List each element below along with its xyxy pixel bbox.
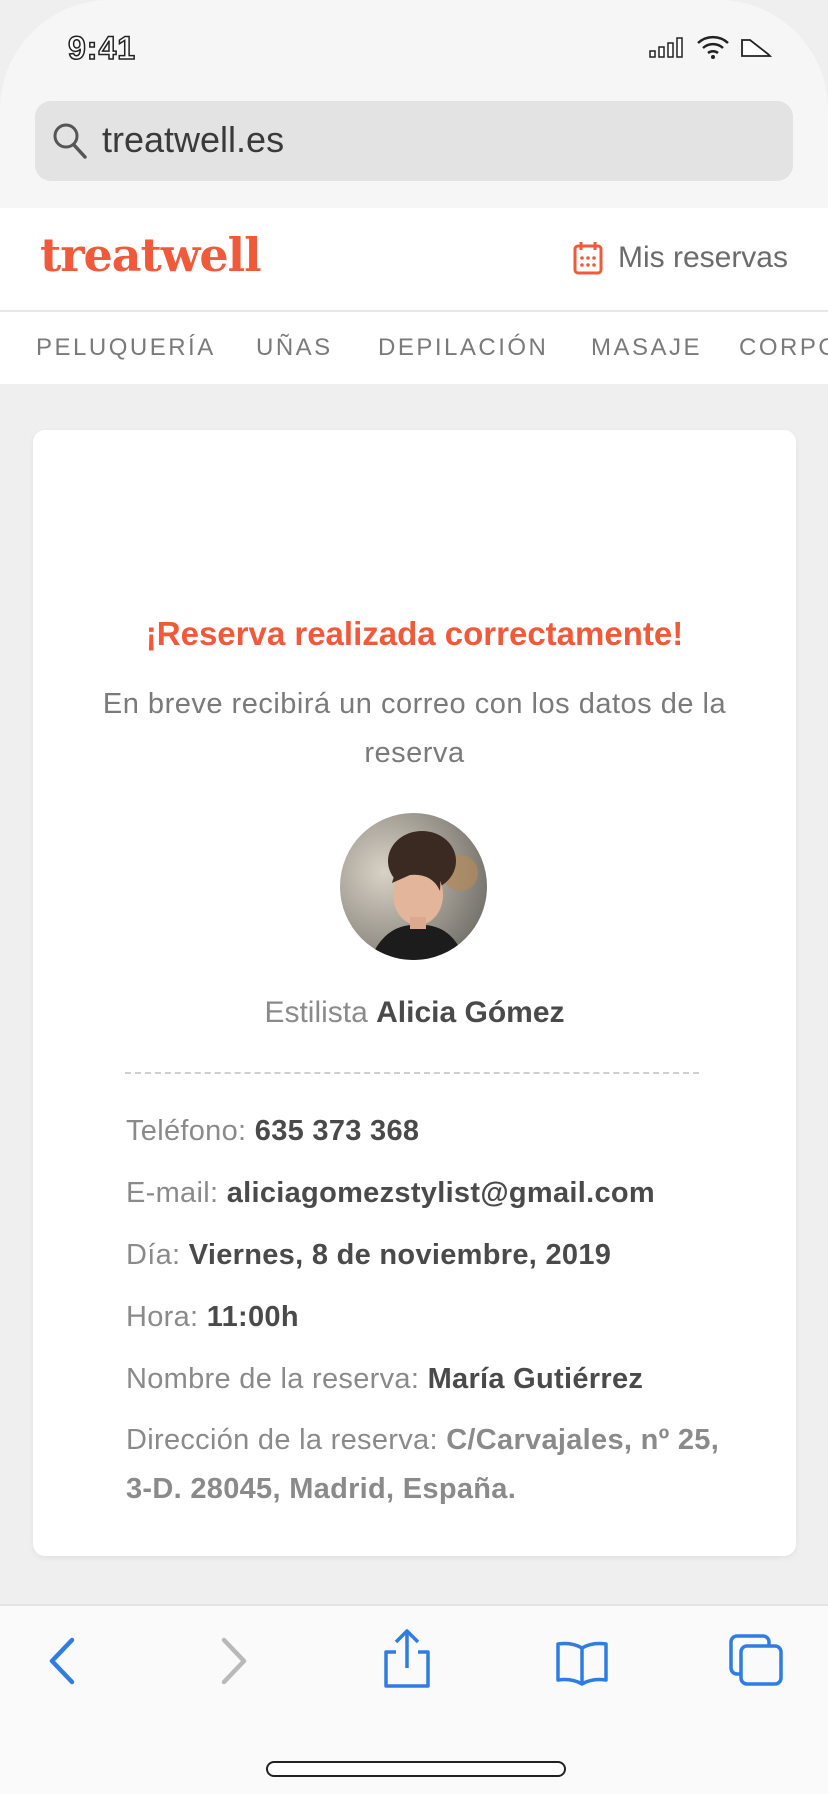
detail-day: Día: Viernes, 8 de noviembre, 2019 bbox=[126, 1224, 726, 1286]
stylist-avatar bbox=[340, 813, 487, 960]
site-header: treatwell Mis reservas bbox=[0, 208, 828, 312]
search-icon bbox=[53, 123, 87, 159]
signal-icon bbox=[649, 37, 683, 58]
calendar-icon bbox=[573, 242, 603, 275]
my-bookings-label: Mis reservas bbox=[617, 241, 788, 274]
category-masaje[interactable]: MASAJE bbox=[591, 334, 702, 362]
address-label: Dirección de la reserva: bbox=[126, 1424, 438, 1456]
success-subtitle: En breve recibirá un correo con los dato… bbox=[102, 688, 727, 769]
address-bar[interactable]: treatwell.es bbox=[35, 101, 793, 181]
booking-details: Teléfono: 635 373 368 E-mail: aliciagome… bbox=[126, 1100, 726, 1514]
time-value: 11:00h bbox=[206, 1301, 299, 1333]
url-text: treatwell.es bbox=[102, 119, 285, 160]
my-bookings-link[interactable]: Mis reservas bbox=[572, 240, 788, 276]
bookmarks-icon[interactable] bbox=[554, 1640, 610, 1686]
forward-icon[interactable] bbox=[216, 1636, 252, 1686]
tabs-icon[interactable] bbox=[727, 1632, 785, 1688]
category-depilacion[interactable]: DEPILACIÓN bbox=[378, 334, 548, 362]
time-label: Hora: bbox=[126, 1301, 199, 1333]
treatwell-logo[interactable]: treatwell bbox=[40, 228, 262, 282]
category-nav: PELUQUERÍA UÑAS DEPILACIÓN MASAJE CORPO bbox=[0, 312, 828, 384]
battery-icon bbox=[741, 39, 772, 57]
email-value[interactable]: aliciagomezstylist@gmail.com bbox=[227, 1177, 655, 1209]
detail-address: Dirección de la reserva: C/Carvajales, n… bbox=[126, 1416, 726, 1514]
browser-chrome: 9:41 treatwell.es bbox=[0, 0, 828, 208]
name-label: Nombre de la reserva: bbox=[126, 1363, 420, 1395]
detail-name: Nombre de la reserva: María Gutiérrez bbox=[126, 1348, 726, 1410]
detail-email: E-mail: aliciagomezstylist@gmail.com bbox=[126, 1162, 726, 1224]
success-title: ¡Reserva realizada correctamente! bbox=[145, 615, 684, 652]
stylist-line: Estilista Alicia Gómez bbox=[33, 996, 796, 1030]
back-icon[interactable] bbox=[44, 1636, 80, 1686]
status-icons bbox=[648, 34, 772, 60]
detail-phone: Teléfono: 635 373 368 bbox=[126, 1100, 726, 1162]
share-icon[interactable] bbox=[382, 1628, 432, 1690]
phone-label: Teléfono: bbox=[126, 1115, 247, 1147]
category-unas[interactable]: UÑAS bbox=[256, 334, 333, 362]
home-indicator bbox=[266, 1761, 566, 1777]
email-label: E-mail: bbox=[126, 1177, 219, 1209]
category-corporal[interactable]: CORPO bbox=[739, 334, 828, 362]
status-time: 9:41 bbox=[67, 29, 137, 67]
booking-confirmation-card: ¡Reserva realizada correctamente! En bre… bbox=[33, 430, 796, 1556]
stylist-name: Alicia Gómez bbox=[376, 996, 565, 1029]
name-value: María Gutiérrez bbox=[427, 1363, 644, 1395]
stylist-label: Estilista bbox=[264, 996, 368, 1029]
day-label: Día: bbox=[126, 1239, 181, 1271]
wifi-icon bbox=[697, 35, 729, 59]
dashed-divider bbox=[125, 1072, 699, 1074]
detail-time: Hora: 11:00h bbox=[126, 1286, 726, 1348]
phone-value[interactable]: 635 373 368 bbox=[255, 1115, 420, 1147]
day-value: Viernes, 8 de noviembre, 2019 bbox=[188, 1239, 612, 1271]
category-peluqueria[interactable]: PELUQUERÍA bbox=[36, 334, 216, 362]
